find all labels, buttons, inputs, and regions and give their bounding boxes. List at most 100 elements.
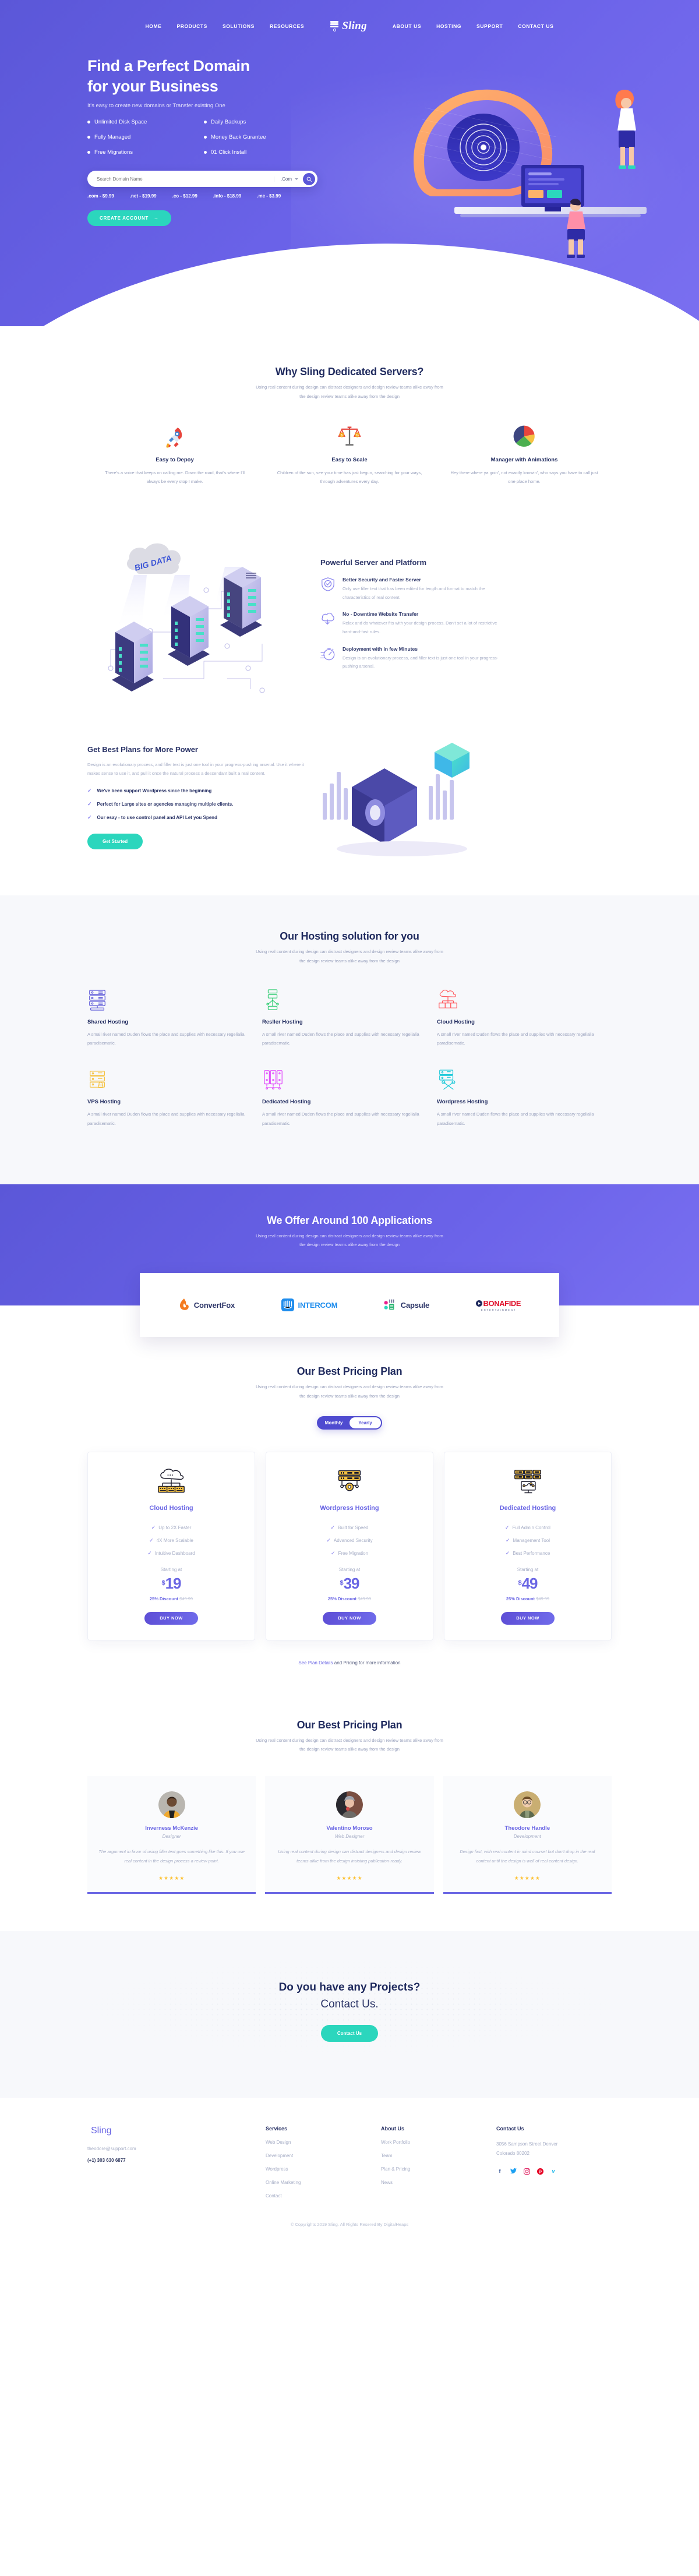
domain-price: .me - $3.99 [257, 193, 281, 199]
why-description: Using real content during design can dis… [87, 383, 612, 401]
applications-description: Using real content during design can dis… [87, 1231, 612, 1250]
testimonial-quote: The argument in favor of using filler te… [98, 1849, 245, 1864]
partner-logo-intercom[interactable]: INTERCOM [281, 1298, 338, 1311]
applications-description-line-1: Using real content during design can dis… [256, 1233, 443, 1238]
hero-feature: Money Back Gurantee [204, 134, 320, 140]
why-description-line-1: Using real content during design can dis… [256, 384, 443, 390]
avatar [158, 1791, 185, 1818]
search-button[interactable] [303, 172, 315, 185]
footer-email[interactable]: theodore@support.com [87, 2146, 266, 2151]
pinterest-icon[interactable] [536, 2168, 543, 2175]
hosting-card[interactable]: Cloud Hosting A small river named Duden … [437, 988, 612, 1068]
toggle-option-yearly[interactable]: Yearly [350, 1417, 381, 1428]
nav-link-solutions[interactable]: SOLUTIONS [223, 23, 255, 29]
buy-now-button[interactable]: BUY NOW [323, 1611, 376, 1625]
pricing-card-features: ✓ Full Admin Control ✓ Management Tool ✓ Be… [455, 1525, 601, 1557]
avatar [336, 1791, 363, 1818]
hero-title-line-1: Find a Perfect Domain [87, 57, 250, 75]
pricing-discount: 25% Discount $49.99 [277, 1596, 422, 1601]
partner-logo-convertfox[interactable]: ConvertFox [178, 1298, 235, 1311]
hosting-card[interactable]: Wordpress Hosting A small river named Du… [437, 1068, 612, 1148]
cloud-download-icon [320, 611, 336, 626]
nav-link-products[interactable]: PRODUCTS [176, 23, 207, 29]
pricing-feature-label: Built for Speed [338, 1525, 369, 1530]
create-account-button[interactable]: CREATE ACCOUNT → [87, 210, 171, 227]
footer-logo[interactable]: Sling [87, 2126, 266, 2136]
pricing-description-line-1: Using real content during design can dis… [256, 1384, 443, 1389]
applications-title: We Offer Around 100 Applications [267, 1214, 432, 1226]
hero-subtitle: It's easy to create new domains or Trans… [87, 103, 225, 110]
footer-link[interactable]: Online Marketing [266, 2180, 381, 2185]
old-price: $49.99 [358, 1596, 372, 1601]
footer-link[interactable]: News [381, 2180, 496, 2185]
testimonial-quote: Design first, with real content in mind … [460, 1849, 595, 1864]
nav-link-contact-us[interactable]: CONTACT US [518, 23, 553, 29]
contact-cta-content: Do you have any Projects? Contact Us. Co… [0, 1981, 699, 2042]
copyright-text: © Copyrights 2019 Sling. All Rights Rese… [290, 2222, 409, 2228]
plan-note-rest: and Pricing for more information [333, 1660, 401, 1665]
hosting-description: Using real content during design can dis… [87, 947, 612, 966]
dedicated-hosting-icon [455, 1466, 601, 1497]
price-value: 19 [165, 1574, 182, 1592]
brand-logo[interactable]: Sling [330, 20, 367, 33]
pricing-discount: 25% Discount $49.99 [98, 1596, 244, 1601]
search-input[interactable] [97, 176, 274, 182]
partner-logo-label: INTERCOM [298, 1300, 338, 1310]
buy-now-button[interactable]: BUY NOW [144, 1611, 198, 1625]
twitter-icon[interactable] [510, 2168, 517, 2175]
pricing-feature-label: Full Admin Control [512, 1525, 550, 1530]
domain-search-bar[interactable]: .Com [87, 171, 317, 188]
platform-section: BIG DATA Powerful Server and Platform Be… [0, 513, 699, 719]
main-navigation[interactable]: HOME PRODUCTS SOLUTIONS RESOURCES Sling … [0, 0, 699, 33]
applications-header: We Offer Around 100 Applications Using r… [87, 1215, 612, 1250]
toggle-option-monthly[interactable]: Monthly [318, 1417, 350, 1428]
nav-link-support[interactable]: SUPPORT [476, 23, 503, 29]
brand-name: Sling [342, 20, 367, 32]
nav-link-hosting[interactable]: HOSTING [436, 23, 461, 29]
why-card-title: Manager with Animations [490, 456, 558, 463]
footer-link[interactable]: Contact [266, 2193, 381, 2199]
pricing-title: Our Best Pricing Plan [296, 1365, 403, 1377]
footer-link[interactable]: Wordpress [266, 2166, 381, 2172]
billing-period-toggle[interactable]: Monthly Yearly [317, 1416, 382, 1430]
pricing-feature-label: Advanced Security [333, 1537, 373, 1543]
nav-link-resources[interactable]: RESOURCES [270, 23, 304, 29]
see-plan-details-link[interactable]: See Plan Details [298, 1660, 333, 1665]
pricing-section: Our Best Pricing Plan Using real content… [0, 1338, 699, 1689]
partner-logo-bonafide[interactable]: BONAFIDE E N T E R T A I N M E N T [475, 1299, 521, 1311]
footer-link[interactable]: Team [381, 2153, 496, 2158]
bullet-icon [204, 121, 207, 124]
vimeo-icon[interactable]: v [550, 2168, 557, 2175]
footer-link[interactable]: Plan & Pricing [381, 2166, 496, 2172]
footer-column-contact-us: Contact Us 3056 Sampson Street Denver Co… [496, 2126, 612, 2199]
check-icon: ✓ [326, 1537, 331, 1543]
pricing-starting-label: Starting at [160, 1566, 182, 1572]
footer-link[interactable]: Web Design [266, 2140, 381, 2145]
footer-phone[interactable]: (+1) 303 630 6877 [87, 2158, 266, 2163]
wordpress-tools-icon [437, 1068, 595, 1091]
footer-link[interactable]: Work Portfolio [381, 2140, 496, 2145]
contact-us-button[interactable]: Contact Us [320, 2025, 379, 2042]
testimonials-title: Our Best Pricing Plan [296, 1718, 403, 1731]
get-started-button[interactable]: Get Started [87, 833, 143, 849]
tld-select[interactable]: .Com [273, 176, 298, 182]
nav-link-home[interactable]: HOME [146, 23, 162, 29]
partner-logo-capsule[interactable]: Capsule [384, 1298, 429, 1311]
hosting-card[interactable]: Resller Hosting A small river named Dude… [262, 988, 437, 1068]
footer-link[interactable]: Development [266, 2153, 381, 2158]
nav-link-about-us[interactable]: ABOUT US [393, 23, 421, 29]
hosting-card[interactable]: VPS Hosting A small river named Duden fl… [87, 1068, 262, 1148]
hosting-card[interactable]: Shared Hosting A small river named Duden… [87, 988, 262, 1068]
pricing-card-cloud-hosting: Cloud Hosting ✓ Up to 2X Faster ✓ 4X More … [87, 1451, 255, 1640]
facebook-icon[interactable]: f [496, 2168, 503, 2175]
instagram-icon[interactable] [523, 2168, 530, 2175]
buy-now-button[interactable]: BUY NOW [501, 1611, 555, 1625]
pricing-feature: ✓ Management Tool [455, 1537, 601, 1544]
check-icon: ✓ [505, 1550, 510, 1556]
why-card-title: Easy to Depoy [156, 456, 194, 463]
hosting-card[interactable]: Dedicated Hosting A small river named Du… [262, 1068, 437, 1148]
discount-label: 25% Discount [506, 1596, 535, 1601]
plans-section: Get Best Plans for More Power Design is … [0, 719, 699, 895]
why-card-title: Easy to Scale [331, 456, 368, 463]
hero-feature: 01 Click Install [204, 149, 320, 156]
